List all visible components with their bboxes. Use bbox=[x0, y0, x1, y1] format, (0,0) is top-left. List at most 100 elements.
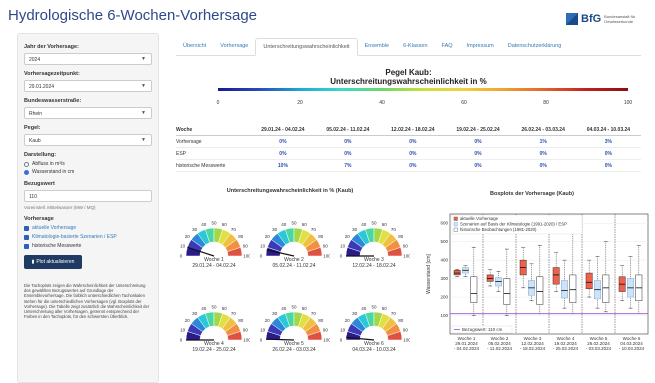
table-cell: 0% bbox=[575, 147, 641, 160]
gauge-tick-label: 30 bbox=[192, 227, 198, 232]
gauge-tick-label: 80 bbox=[238, 234, 244, 239]
tab-2[interactable]: Vorhersage bbox=[213, 38, 255, 55]
gauge-dates: 29.01.24 - 04.02.24 bbox=[192, 262, 236, 269]
year-select[interactable]: 2024 ▼ bbox=[24, 53, 152, 65]
bfg-logo-icon bbox=[566, 13, 578, 25]
table-cell: 0% bbox=[445, 159, 511, 172]
tab-bar: Übersicht Vorhersage Unterschreitungswahrs… bbox=[176, 38, 641, 56]
main-title-line2: Unterschreitungswahrscheinlichkeit in % bbox=[330, 77, 487, 86]
tab-8[interactable]: Datenschutzerklärung bbox=[501, 38, 569, 55]
gauge-tick-label: 20 bbox=[265, 234, 271, 239]
gauge-1: 0 10 20 30 40 50 60 70 80 90 100 Woche 1 29.01.24 - … bbox=[178, 212, 250, 284]
table-cell: 0% bbox=[250, 135, 316, 148]
gauge-select[interactable]: Kaub ▼ bbox=[24, 134, 152, 146]
check-historic[interactable]: historische Messwerte bbox=[24, 243, 152, 249]
tab-4[interactable]: Ensemble bbox=[358, 38, 396, 55]
legend-swatch bbox=[453, 227, 458, 232]
year-label: Jahr der Vorhersage: bbox=[24, 44, 79, 50]
update-plot-button[interactable]: ▮ Plot aktualisieren bbox=[24, 255, 82, 269]
table-cell: 0% bbox=[510, 159, 576, 172]
table-header-row: Woche 29.01.24 - 04.02.24 05.02.24 - 11.02… bbox=[176, 125, 641, 136]
colorbar bbox=[218, 88, 628, 91]
checkbox-checked[interactable] bbox=[24, 234, 29, 240]
table-cell: ESP bbox=[176, 147, 251, 160]
checkbox-checked[interactable] bbox=[24, 243, 29, 249]
gauge-tick-label: 10 bbox=[340, 327, 346, 332]
y-tick-label: 400 bbox=[440, 258, 448, 263]
tab-7[interactable]: Impressum bbox=[460, 38, 501, 55]
check-current-forecast[interactable]: aktuelle Vorhersage bbox=[24, 225, 152, 231]
table-row: historische Messwerte 10% 7% 0% 0% 0% 0% bbox=[176, 159, 641, 172]
gauge-tick-label: 30 bbox=[352, 311, 358, 316]
legend-swatch bbox=[453, 216, 458, 221]
tab-6[interactable]: FAQ bbox=[435, 38, 460, 55]
table-header-cell: 04.03.24 - 10.03.24 bbox=[575, 125, 641, 136]
table-cell: 0% bbox=[315, 135, 381, 148]
legend-label: aktuelle Vorhersage bbox=[460, 216, 499, 221]
gauge-label: Woche 1 29.01.24 - 04.02.24 bbox=[178, 257, 250, 269]
gauge-tick-label: 70 bbox=[231, 311, 237, 316]
main-title: Pegel Kaub: Unterschreitungswahrscheinli… bbox=[176, 68, 641, 86]
table-header-cell: 12.02.24 - 18.02.24 bbox=[380, 125, 446, 136]
table-cell: 1% bbox=[510, 135, 576, 148]
checkbox-checked[interactable] bbox=[24, 225, 29, 231]
gauge-tick-label: 70 bbox=[311, 311, 317, 316]
ref-legend-label: Bezugswert: 110 cm bbox=[462, 327, 503, 332]
y-tick-label: 200 bbox=[440, 295, 448, 300]
gauge-tick-label: 80 bbox=[318, 318, 324, 323]
check-esp[interactable]: Klimatologie-basierte Szenarien / ESP bbox=[24, 234, 152, 240]
box-body bbox=[585, 272, 593, 290]
gauge-4: 0 10 20 30 40 50 60 70 80 90 100 Woche 4 19.02.24 - … bbox=[178, 296, 250, 368]
table-header-cell: 19.02.24 - 25.02.24 bbox=[445, 125, 511, 136]
gauge-tick-label: 10 bbox=[180, 327, 186, 332]
box-body bbox=[495, 277, 502, 287]
tab-1[interactable]: Übersicht bbox=[176, 38, 213, 55]
gauge-dates: 04.03.24 - 10.03.24 bbox=[352, 346, 396, 353]
gauge-tick-label: 70 bbox=[391, 311, 397, 316]
gauge-label: Woche 6 04.03.24 - 10.03.24 bbox=[338, 341, 410, 353]
box-body bbox=[503, 278, 511, 305]
gauge-tick-label: 90 bbox=[243, 327, 249, 332]
gauge-tick-label: 20 bbox=[185, 318, 191, 323]
gauge-tick-label: 50 bbox=[371, 221, 377, 226]
ref-value-input[interactable]: 110 bbox=[24, 190, 152, 202]
y-tick-label: 100 bbox=[440, 313, 448, 318]
gauge-tick-label: 40 bbox=[201, 222, 207, 227]
waterway-select[interactable]: Rhein ▼ bbox=[24, 107, 152, 119]
gauge-tick-label: 20 bbox=[185, 234, 191, 239]
radio-button[interactable] bbox=[24, 161, 29, 167]
box-body bbox=[602, 274, 610, 303]
gauge-label: Woche 3 12.02.24 - 18.02.24 bbox=[338, 257, 410, 269]
table-cell: 10% bbox=[250, 159, 316, 172]
display-option-discharge[interactable]: Abfluss in m³/s bbox=[24, 161, 152, 167]
bfg-logo-subtitle: Bundesanstalt für Gewässerkunde bbox=[604, 14, 636, 24]
table-cell: 0% bbox=[250, 147, 316, 160]
gauge-tick-label: 40 bbox=[281, 306, 287, 311]
gauge-tick-label: 40 bbox=[201, 306, 207, 311]
x-tick-date-end: - 18.02.2024 bbox=[520, 346, 546, 351]
gauge-tick-label: 40 bbox=[361, 222, 367, 227]
table-cell: 0% bbox=[575, 159, 641, 172]
ref-label: Bezugswert bbox=[24, 181, 55, 187]
display-option-waterlevel[interactable]: Wasserstand in cm bbox=[24, 169, 152, 175]
table-cell: 0% bbox=[445, 135, 511, 148]
box-body bbox=[453, 270, 461, 276]
checkbox-label: aktuelle Vorhersage bbox=[32, 225, 77, 231]
gauge-tick-label: 20 bbox=[265, 318, 271, 323]
gauge-dates: 26.02.24 - 03.03.24 bbox=[272, 346, 316, 353]
chevron-down-icon: ▼ bbox=[141, 83, 146, 89]
date-select[interactable]: 29.01.2024 ▼ bbox=[24, 80, 152, 92]
tab-5[interactable]: 6-Klassen bbox=[396, 38, 434, 55]
radio-label: Abfluss in m³/s bbox=[32, 161, 65, 167]
chevron-down-icon: ▼ bbox=[141, 56, 146, 62]
gauges-title: Unterschreitungswahrscheinlichkeit in % … bbox=[226, 188, 354, 194]
gauge-tick-label: 90 bbox=[323, 327, 329, 332]
chevron-down-icon: ▼ bbox=[141, 110, 146, 116]
colorbar-tick: 100 bbox=[623, 100, 633, 106]
radio-button-selected[interactable] bbox=[24, 169, 29, 175]
gauge-tick-label: 10 bbox=[180, 243, 186, 248]
table-cell: 0% bbox=[315, 147, 381, 160]
y-axis-label: Wasserstand [cm] bbox=[426, 253, 432, 293]
table-header-cell: Woche bbox=[176, 125, 251, 136]
tab-3[interactable]: Unterschreitungswahrscheinlichkeit bbox=[255, 38, 358, 56]
